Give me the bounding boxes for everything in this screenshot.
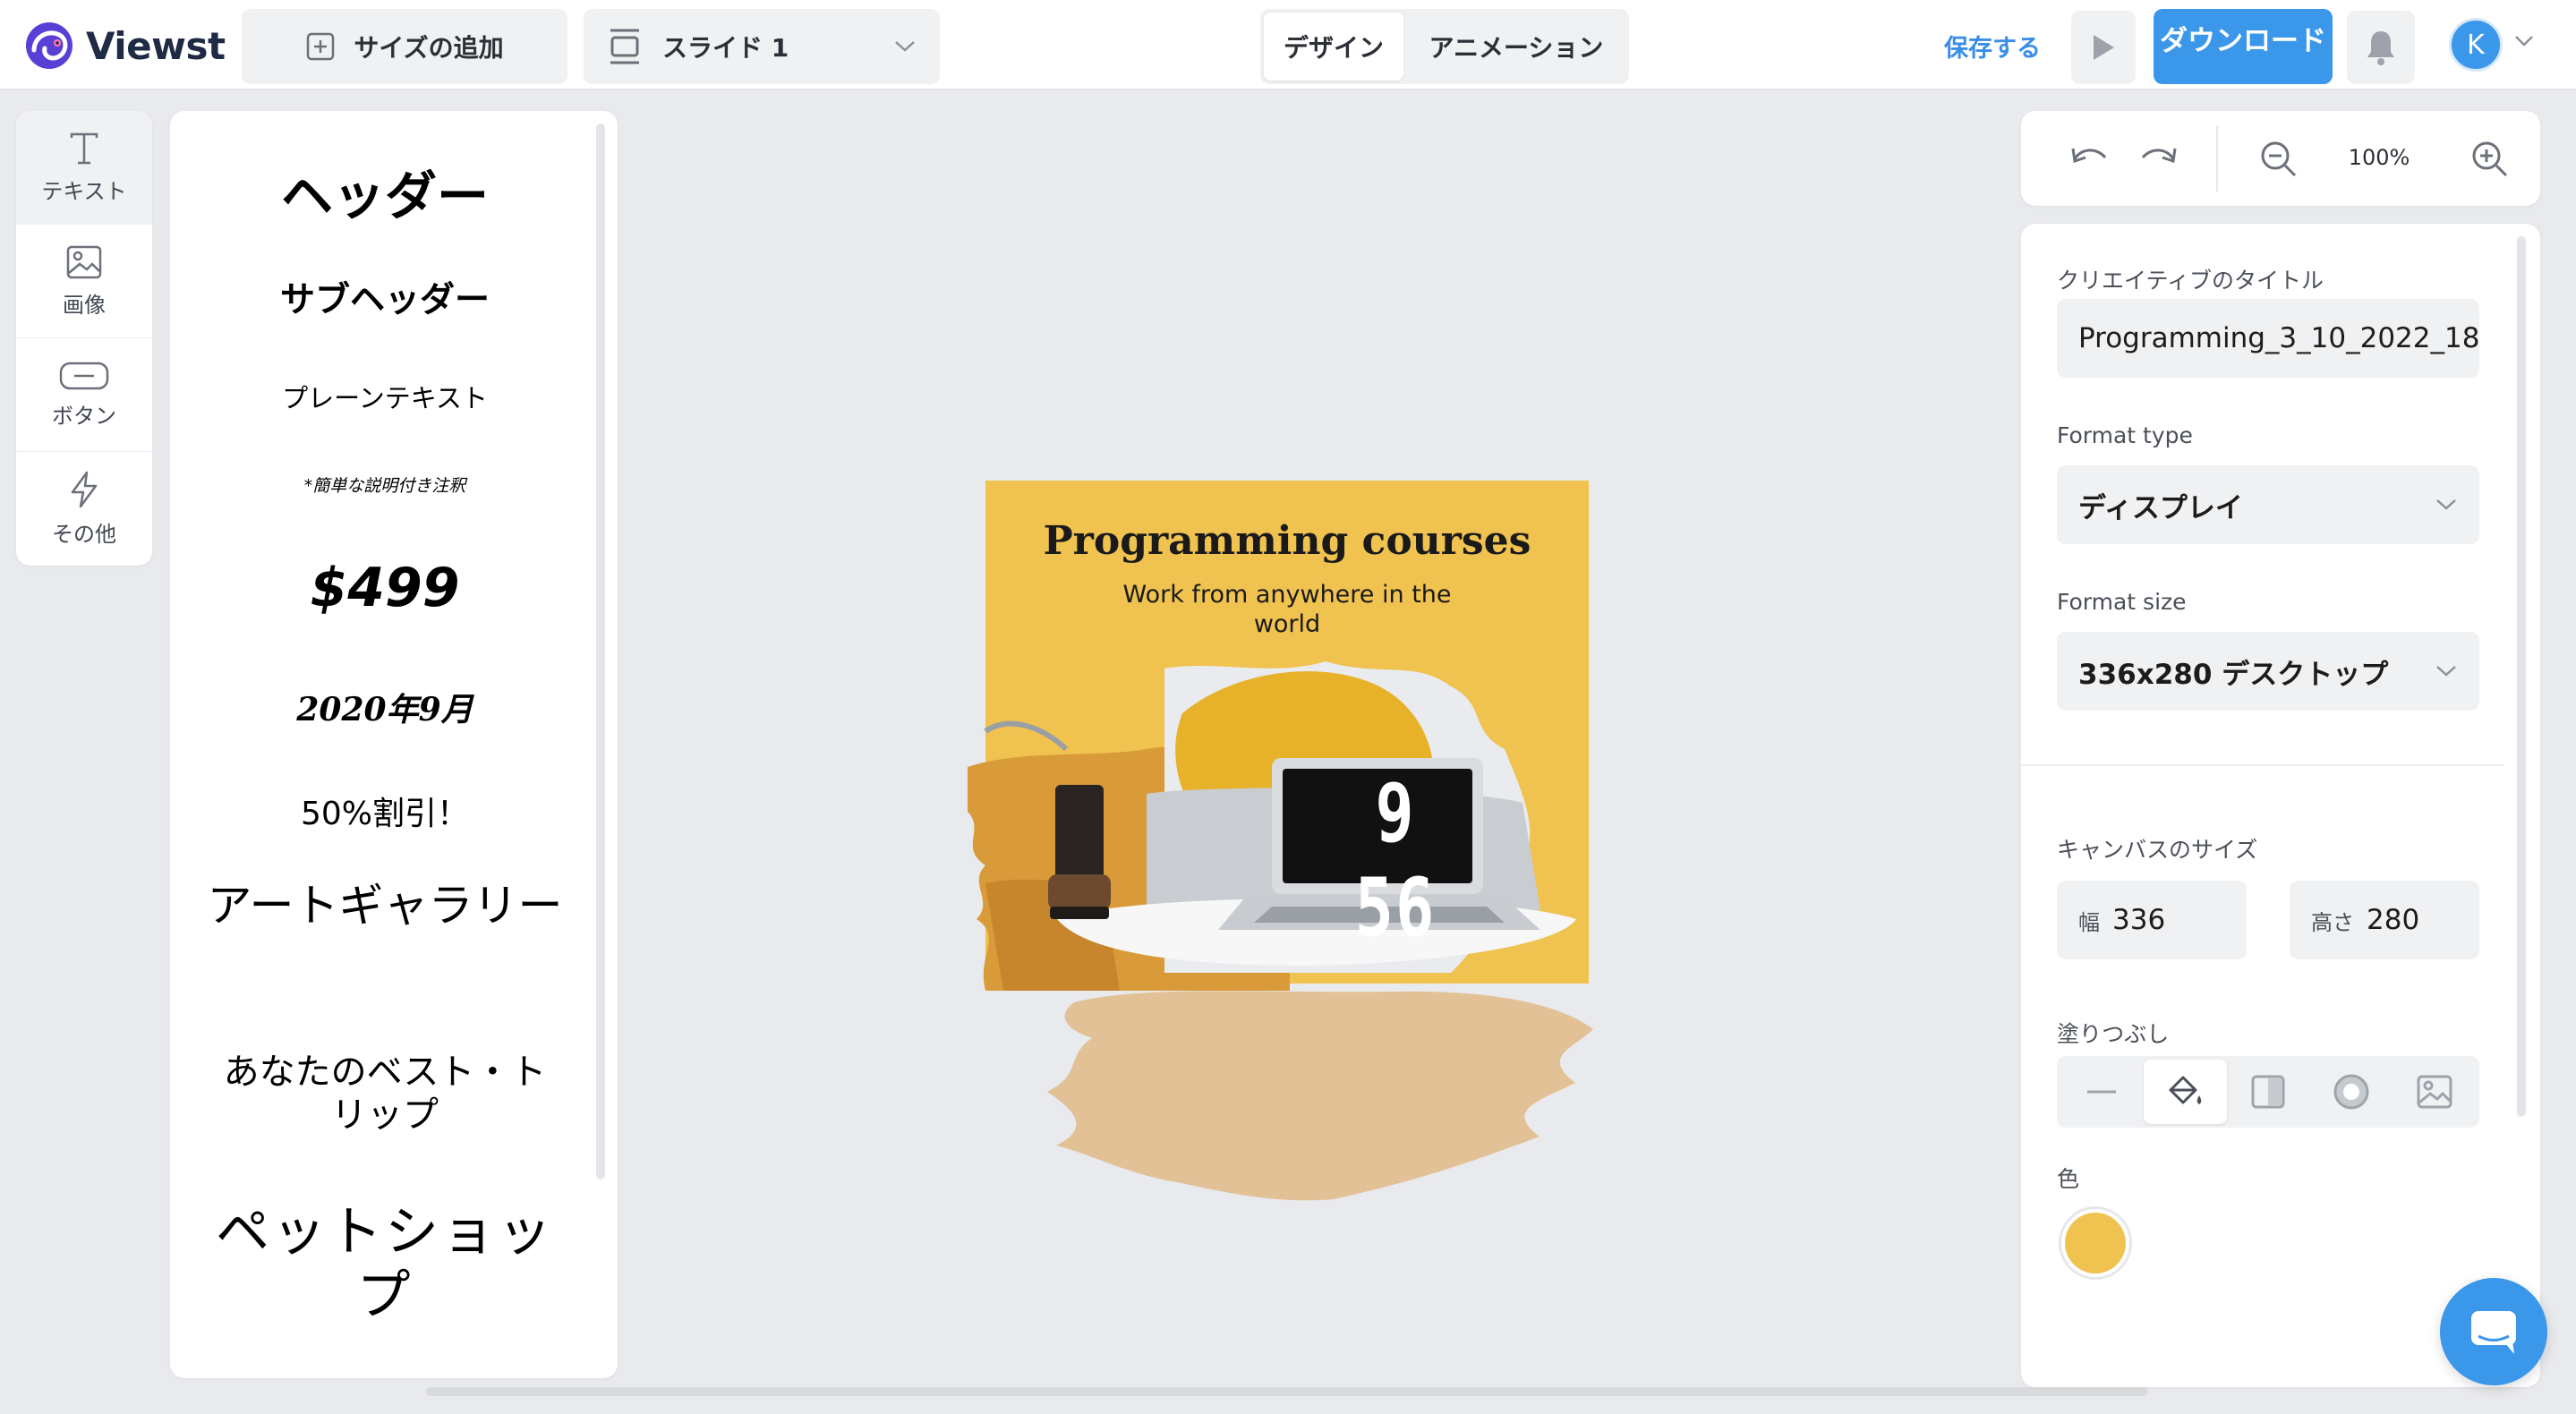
color-swatch-fill	[2065, 1213, 2126, 1273]
add-size-label: サイズの追加	[354, 33, 504, 63]
laptop-clock: 9 56	[1354, 766, 1437, 954]
fill-image-option[interactable]	[2393, 1060, 2476, 1124]
color-label: 色	[2057, 1166, 2080, 1192]
chameleon-logo-icon	[26, 22, 73, 69]
tab-animation[interactable]: アニメーション	[1407, 13, 1625, 81]
canvas-width-value: 336	[2112, 904, 2166, 936]
creative-artboard[interactable]: Programming courses Work from anywhere i…	[968, 481, 1589, 991]
canvas-height-field[interactable]: 高さ 280	[2290, 881, 2479, 959]
preset-plain-text[interactable]: プレーンテキスト	[170, 378, 600, 415]
paint-bucket-icon	[2169, 1076, 2202, 1104]
minus-icon	[2087, 1090, 2117, 1094]
add-size-button[interactable]: サイズの追加	[242, 9, 567, 84]
history-zoom-toolbar: 100%	[2021, 111, 2540, 206]
fill-type-switch	[2057, 1056, 2479, 1128]
height-prefix: 高さ	[2311, 909, 2354, 935]
zoom-out-icon[interactable]	[2257, 138, 2299, 179]
play-icon	[2094, 35, 2114, 60]
canvas-size-label: キャンバスのサイズ	[2057, 837, 2258, 863]
image-icon	[2417, 1075, 2452, 1109]
preset-discount[interactable]: 50%割引！	[170, 788, 600, 834]
preset-pet-shop[interactable]: ペットショップ	[206, 1201, 564, 1328]
preset-art-gallery[interactable]: アートギャラリー	[206, 877, 564, 935]
avatar[interactable]: K	[2449, 18, 2503, 72]
image-icon	[66, 245, 102, 278]
properties-scrollbar[interactable]	[2517, 236, 2526, 1117]
rail-item-label: 画像	[63, 292, 106, 318]
notifications-button[interactable]	[2347, 11, 2415, 84]
brush-stroke-decoration[interactable]	[1038, 975, 1611, 1208]
undo-icon[interactable]	[2069, 140, 2111, 175]
fill-radial-gradient-option[interactable]	[2309, 1060, 2393, 1124]
format-type-value: ディスプレイ	[2078, 491, 2243, 524]
text-presets-panel: ヘッダー サブヘッダー プレーンテキスト *簡単な説明付き注釈 $499 202…	[170, 111, 618, 1378]
format-size-select[interactable]: 336x280 デスクトップ	[2057, 632, 2479, 711]
rail-item-button[interactable]: ボタン	[16, 338, 152, 452]
app-logo[interactable]: Viewst	[23, 18, 226, 73]
support-chat-button[interactable]	[2440, 1278, 2547, 1385]
redo-icon[interactable]	[2137, 140, 2179, 175]
chevron-down-icon	[2436, 499, 2456, 510]
canvas-height-value: 280	[2367, 904, 2420, 936]
properties-panel: クリエイティブのタイトル Programming_3_10_2022_18 Fo…	[2021, 224, 2540, 1387]
color-swatch[interactable]	[2059, 1206, 2132, 1280]
preset-note[interactable]: *簡単な説明付き注釈	[170, 473, 600, 497]
creative-subtitle[interactable]: Work from anywhere in the world	[1120, 581, 1454, 640]
preset-price[interactable]: $499	[170, 557, 600, 619]
plus-square-icon	[307, 32, 335, 61]
rail-item-other[interactable]: その他	[16, 452, 152, 566]
preset-date[interactable]: 2020年9月	[170, 684, 600, 730]
canvas-horizontal-scrollbar[interactable]	[426, 1387, 2148, 1396]
tool-rail: テキスト 画像 ボタン その他	[16, 111, 152, 566]
width-prefix: 幅	[2078, 909, 2100, 935]
preset-best-trip[interactable]: あなたのベスト・トリップ	[215, 1051, 555, 1137]
preset-subheader[interactable]: サブヘッダー	[170, 272, 600, 322]
app-name: Viewst	[86, 23, 226, 68]
preview-button[interactable]	[2071, 11, 2136, 84]
rail-item-image[interactable]: 画像	[16, 225, 152, 338]
laptop-photo[interactable]	[950, 651, 1630, 991]
rail-item-label: テキスト	[41, 178, 127, 204]
text-icon	[70, 132, 98, 164]
fill-label: 塗りつぶし	[2057, 1021, 2170, 1047]
format-size-label: Format size	[2057, 589, 2187, 615]
slide-selector[interactable]: スライド 1	[584, 9, 940, 84]
fill-solid-option[interactable]	[2143, 1060, 2227, 1124]
rail-item-label: その他	[52, 522, 116, 547]
download-button[interactable]: ダウンロード	[2154, 9, 2333, 84]
mode-switch: デザイン アニメーション	[1260, 9, 1629, 84]
chevron-down-icon	[2436, 666, 2456, 677]
chevron-down-icon[interactable]	[2513, 34, 2535, 48]
fill-linear-gradient-option[interactable]	[2227, 1060, 2310, 1124]
chat-bubble-icon	[2471, 1311, 2516, 1354]
lightning-icon	[71, 471, 98, 508]
linear-gradient-icon	[2251, 1075, 2285, 1109]
section-divider	[2021, 764, 2504, 766]
top-bar: Viewst サイズの追加 スライド 1 デザイン アニメーション 保存する ダ…	[0, 0, 2576, 90]
rail-item-text[interactable]: テキスト	[16, 111, 152, 225]
radial-gradient-icon	[2333, 1074, 2369, 1110]
creative-title-input[interactable]: Programming_3_10_2022_18	[2057, 299, 2479, 378]
tab-design[interactable]: デザイン	[1264, 13, 1403, 81]
slide-icon	[610, 29, 639, 64]
slide-selector-label: スライド 1	[662, 33, 789, 63]
zoom-level: 100%	[2348, 145, 2410, 170]
toolbar-divider	[2216, 125, 2218, 192]
chevron-down-icon	[895, 41, 915, 52]
bell-icon	[2367, 31, 2394, 65]
format-type-label: Format type	[2057, 422, 2193, 448]
format-type-select[interactable]: ディスプレイ	[2057, 465, 2479, 544]
fill-none-option[interactable]	[2060, 1060, 2144, 1124]
creative-title[interactable]: Programming courses	[985, 518, 1589, 564]
save-button[interactable]: 保存する	[1944, 29, 2041, 64]
button-icon	[59, 362, 109, 389]
rail-item-label: ボタン	[52, 403, 116, 429]
preset-header[interactable]: ヘッダー	[170, 154, 600, 229]
zoom-in-icon[interactable]	[2469, 138, 2510, 179]
creative-title-label: クリエイティブのタイトル	[2057, 268, 2324, 294]
canvas-width-field[interactable]: 幅 336	[2057, 881, 2247, 959]
format-size-value: 336x280 デスクトップ	[2078, 658, 2389, 691]
presets-scrollbar[interactable]	[596, 124, 605, 1180]
